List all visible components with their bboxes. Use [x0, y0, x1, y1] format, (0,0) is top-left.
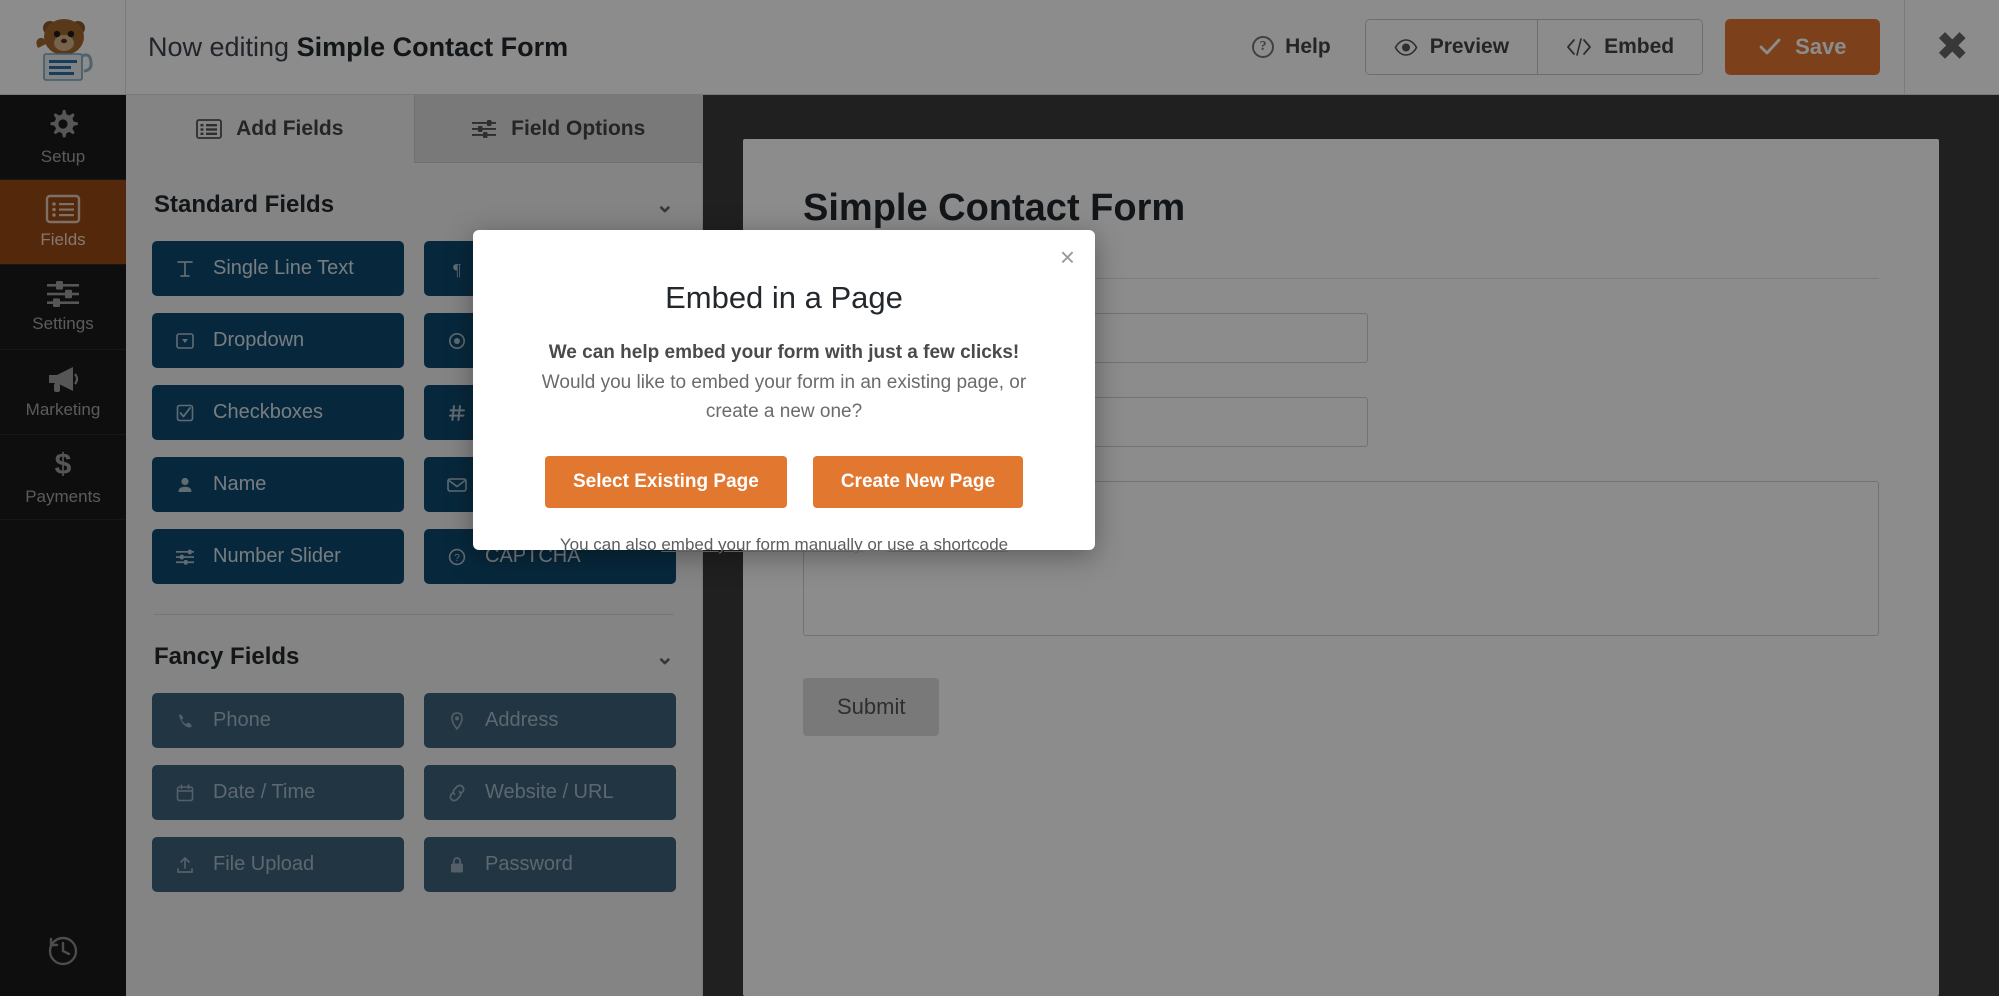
modal-close-icon[interactable]: ×	[1060, 244, 1075, 270]
create-new-page-button[interactable]: Create New Page	[812, 455, 1024, 508]
modal-footer-prefix: You can also	[559, 534, 662, 554]
select-existing-page-button[interactable]: Select Existing Page	[544, 455, 787, 508]
modal-title: Embed in a Page	[665, 280, 903, 315]
modal-footer: You can also embed your form manually or…	[519, 535, 1049, 555]
embed-in-page-modal: × Embed in a Page We can help embed your…	[473, 230, 1095, 554]
wpforms-builder: Now editing Simple Contact Form ? Help P…	[0, 0, 1999, 996]
embed-manually-link[interactable]: embed your form manually	[661, 535, 862, 554]
use-shortcode-link[interactable]: use a shortcode	[887, 535, 1008, 554]
modal-footer-middle: or	[862, 534, 888, 554]
modal-actions: Select Existing Page Create New Page	[519, 455, 1049, 508]
modal-subtitle: Would you like to embed your form in an …	[541, 372, 1027, 423]
modal-subtitle-bold: We can help embed your form with just a …	[548, 342, 1020, 363]
